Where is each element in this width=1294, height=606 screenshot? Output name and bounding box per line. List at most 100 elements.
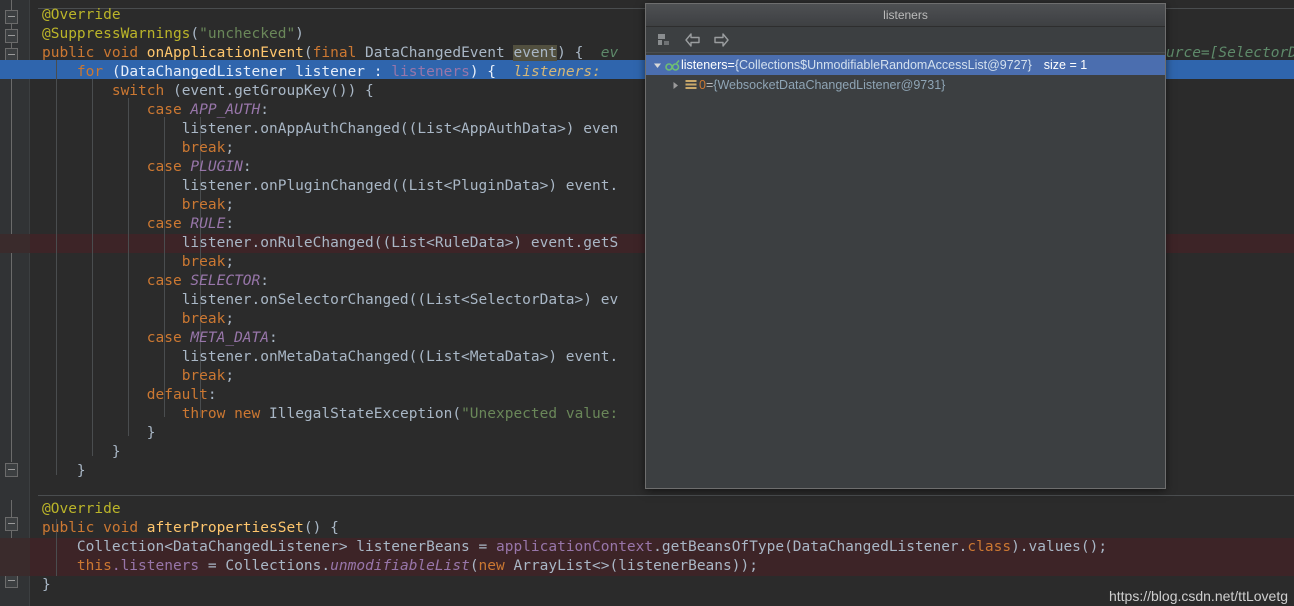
method-afterpropertiesset: afterPropertiesSet	[146, 520, 304, 536]
code-line-8: break;	[30, 139, 234, 158]
ide-debugger-screen: @Override @SuppressWarnings("unchecked")…	[0, 0, 1294, 606]
field-applicationcontext: applicationContext	[495, 539, 654, 555]
navigate-forward-button[interactable]	[713, 31, 730, 48]
method-separator	[38, 495, 1294, 496]
selected-gutter-row	[0, 60, 30, 79]
variables-tree[interactable]: listeners = {Collections$UnmodifiableRan…	[646, 53, 1165, 488]
keyword-switch: switch	[111, 83, 165, 99]
call-onrulechanged: listener.onRuleChanged((List<RuleData>) …	[181, 235, 619, 251]
code-line-14: break;	[30, 253, 234, 272]
variable-name: listeners	[681, 58, 728, 72]
inlay-hint-event-source: urce=[SelectorD	[1166, 45, 1294, 61]
breakpoint-gutter-row[interactable]	[0, 538, 30, 557]
inlay-hint-listeners-param: listeners:	[513, 64, 601, 80]
keyword-case: case	[146, 330, 182, 346]
code-line-22: throw new IllegalStateException("Unexpec…	[181, 406, 619, 422]
keyword-public: public	[42, 45, 95, 61]
variable-inspect-popup[interactable]: listeners listeners = {Collections$Unmod…	[645, 3, 1166, 489]
identifier-listenerbeans: listenerBeans	[618, 558, 732, 574]
equals-sign: =	[727, 58, 735, 72]
editor-gutter[interactable]	[0, 0, 30, 606]
popup-title: listeners	[646, 4, 1165, 27]
code-line-10: listener.onPluginChanged((List<PluginDat…	[30, 177, 619, 196]
keyword-void: void	[103, 520, 139, 536]
copy-frames-icon	[657, 33, 669, 45]
code-line-27: public void afterPropertiesSet() {	[42, 520, 339, 536]
keyword-new: new	[234, 406, 261, 422]
copy-value-button[interactable]	[655, 31, 672, 48]
fold-line	[11, 500, 12, 518]
field-listeners: listeners	[391, 64, 470, 80]
equals-sign: =	[705, 78, 714, 92]
fold-toggle-method-end[interactable]	[5, 463, 18, 477]
type-datachangedlistener: DataChangedListener	[120, 64, 287, 80]
fold-toggle-afterproperties-start[interactable]	[5, 517, 18, 531]
keyword-break: break	[181, 140, 226, 156]
brace: {	[330, 520, 339, 536]
identifier-listenerbeans: listenerBeans	[356, 539, 470, 555]
expand-triangle-down-icon[interactable]	[650, 61, 664, 70]
code-line-9: case PLUGIN:	[30, 158, 252, 177]
identifier-event-highlighted: event	[513, 45, 558, 61]
array-element-icon	[682, 79, 699, 91]
method-onapplicationevent: onApplicationEvent	[146, 45, 304, 61]
breakpoint-gutter-row[interactable]	[0, 557, 30, 576]
code-line-7: listener.onAppAuthChanged((List<AppAuthD…	[30, 120, 619, 139]
code-line-18: case META_DATA:	[30, 329, 278, 348]
keyword-public: public	[42, 520, 95, 536]
constant-rule: RULE	[190, 216, 226, 232]
navigate-back-button[interactable]	[684, 31, 701, 48]
fold-toggle-override[interactable]	[5, 10, 18, 24]
keyword-new: new	[478, 558, 505, 574]
type-illegalstateexception: IllegalStateException	[269, 406, 453, 422]
call-onmetadatachanged: listener.onMetaDataChanged((List<MetaDat…	[181, 349, 619, 365]
colon: :	[207, 387, 217, 403]
constant-meta-data: META_DATA	[190, 330, 269, 346]
code-line-21: default:	[30, 386, 217, 405]
code-line-20: break;	[30, 367, 234, 386]
collection-size: size = 1	[1043, 58, 1088, 72]
tree-row-listeners[interactable]: listeners = {Collections$UnmodifiableRan…	[646, 55, 1165, 75]
code-line-25: }	[30, 462, 86, 481]
constant-selector: SELECTOR	[190, 273, 261, 289]
assign-operator: =	[199, 558, 226, 574]
code-line-28: Collection<DataChangedListener> listener…	[30, 538, 1107, 557]
brace: {	[365, 83, 374, 99]
semicolon: ;	[225, 368, 235, 384]
colon: :	[260, 102, 269, 118]
expand-triangle-right-icon[interactable]	[668, 81, 682, 90]
popup-toolbar[interactable]	[646, 27, 1165, 53]
brace: }	[42, 577, 51, 593]
keyword-case: case	[146, 159, 182, 175]
code-line-16: listener.onSelectorChanged((List<Selecto…	[30, 291, 619, 310]
constant-plugin: PLUGIN	[190, 159, 243, 175]
code-line-11: break;	[30, 196, 234, 215]
annotation-suppresswarnings: @SuppressWarnings	[42, 26, 191, 42]
breakpoint-gutter-row[interactable]	[0, 234, 30, 253]
type-datachangedevent: DataChangedEvent	[365, 45, 505, 61]
call-onappauthchanged: listener.onAppAuthChanged((List<AppAuthD…	[181, 121, 619, 137]
code-line-24: }	[30, 443, 121, 462]
paren-brace: ) {	[469, 64, 497, 80]
string-unchecked: "unchecked"	[199, 26, 296, 42]
code-line-17: break;	[30, 310, 234, 329]
class-collections: Collections.	[225, 558, 331, 574]
fold-toggle-suppresswarnings[interactable]	[5, 29, 18, 43]
fold-toggle-afterproperties-end[interactable]	[5, 574, 18, 588]
element-value: {WebsocketDataChangedListener@9731}	[713, 78, 946, 92]
keyword-this: this	[76, 558, 112, 574]
tree-row-element-0[interactable]: 0 = {WebsocketDataChangedListener@9731}	[646, 75, 1165, 95]
code-line-26: @Override	[30, 500, 121, 519]
watermark: https://blog.csdn.net/ttLovetg	[1108, 588, 1288, 604]
code-line-13: listener.onRuleChanged((List<RuleData>) …	[30, 234, 619, 253]
keyword-break: break	[181, 197, 226, 213]
keyword-class: class	[967, 539, 1012, 555]
code-line-23: }	[30, 424, 156, 443]
identifier-listener: listener	[295, 64, 366, 80]
fold-line	[11, 62, 12, 462]
annotation-override: @Override	[42, 7, 121, 23]
keyword-throw: throw	[181, 406, 226, 422]
keyword-default: default	[146, 387, 208, 403]
code-line-4: for (DataChangedListener listener : list…	[76, 64, 601, 80]
code-line-1: @Override	[30, 6, 121, 25]
